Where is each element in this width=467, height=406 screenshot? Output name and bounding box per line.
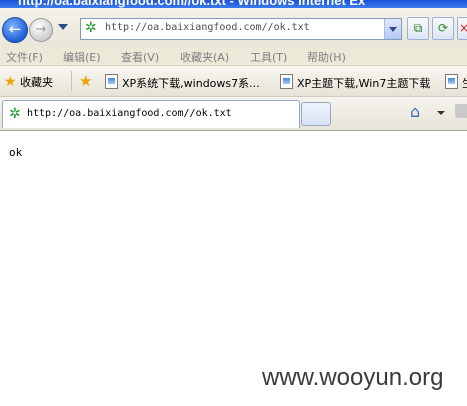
- home-icon[interactable]: ⌂: [410, 102, 420, 121]
- compatibility-view-button[interactable]: ⧉: [407, 17, 429, 40]
- compatibility-icon: ⧉: [413, 21, 423, 35]
- tab-active[interactable]: ✲ http://oa.baixiangfood.com//ok.txt: [2, 100, 300, 128]
- favorites-divider: [71, 71, 72, 91]
- tab-gear-icon: ✲: [9, 106, 21, 122]
- menu-view[interactable]: 查看(V): [121, 49, 159, 65]
- menu-help[interactable]: 帮助(H): [307, 49, 346, 65]
- menu-favorites[interactable]: 收藏夹(A): [180, 49, 229, 65]
- new-tab-button[interactable]: [301, 102, 331, 126]
- menu-bar: 文件(F) 编辑(E) 查看(V) 收藏夹(A) 工具(T) 帮助(H): [0, 46, 467, 66]
- address-dropdown-button[interactable]: [384, 19, 401, 39]
- add-to-favorites-button[interactable]: ★: [79, 72, 92, 90]
- menu-edit[interactable]: 编辑(E): [63, 49, 101, 65]
- tab-title: http://oa.baixiangfood.com//ok.txt: [27, 108, 232, 119]
- history-dropdown-icon[interactable]: [58, 24, 68, 30]
- refresh-icon: ⟳: [437, 21, 449, 35]
- favorites-link-2[interactable]: XP主题下载,Win7主题下载: [280, 74, 430, 91]
- watermark: www.wooyun.org: [262, 364, 444, 391]
- menu-file[interactable]: 文件(F): [6, 49, 43, 65]
- page-text: ok: [9, 146, 23, 159]
- favorites-label: 收藏夹: [20, 76, 54, 89]
- favorites-link-1-label: XP系统下载,windows7系...: [122, 77, 260, 90]
- address-input[interactable]: http://oa.baixiangfood.com//ok.txt: [105, 22, 310, 33]
- address-bar[interactable]: ✲ http://oa.baixiangfood.com//ok.txt: [80, 18, 402, 40]
- page-icon: [280, 74, 293, 89]
- page-icon: [445, 74, 458, 89]
- favorites-link-3-label: 生: [462, 77, 467, 90]
- star-icon: ★: [4, 74, 17, 90]
- page-icon: [105, 74, 118, 89]
- favorites-link-2-label: XP主题下载,Win7主题下载: [297, 77, 431, 90]
- feeds-icon[interactable]: [455, 104, 467, 118]
- stop-icon: ×: [458, 21, 467, 35]
- refresh-button[interactable]: ⟳: [432, 17, 454, 40]
- favorites-button[interactable]: ★ 收藏夹: [4, 74, 53, 90]
- favorites-link-1[interactable]: XP系统下载,windows7系...: [105, 74, 260, 91]
- home-dropdown-icon[interactable]: [437, 111, 445, 115]
- title-bar: http://oa.baixiangfood.com//ok.txt - Win…: [0, 0, 467, 8]
- add-favorite-star-icon: ★: [79, 72, 93, 90]
- stop-button[interactable]: ×: [457, 17, 467, 40]
- window-title: http://oa.baixiangfood.com//ok.txt - Win…: [18, 0, 366, 8]
- menu-tools[interactable]: 工具(T): [250, 49, 287, 65]
- favorites-link-3[interactable]: 生: [445, 74, 467, 91]
- site-gear-icon: ✲: [85, 20, 97, 36]
- forward-button[interactable]: →: [29, 18, 53, 42]
- favorites-bar: ★ 收藏夹 ★ XP系统下载,windows7系... XP主题下载,Win7主…: [0, 66, 467, 97]
- navigation-bar: ← → ✲ http://oa.baixiangfood.com//ok.txt…: [0, 8, 467, 46]
- page-content: ok www.wooyun.org: [0, 131, 467, 406]
- tab-bar: ✲ http://oa.baixiangfood.com//ok.txt ⌂: [0, 97, 467, 131]
- back-button[interactable]: ←: [2, 17, 28, 43]
